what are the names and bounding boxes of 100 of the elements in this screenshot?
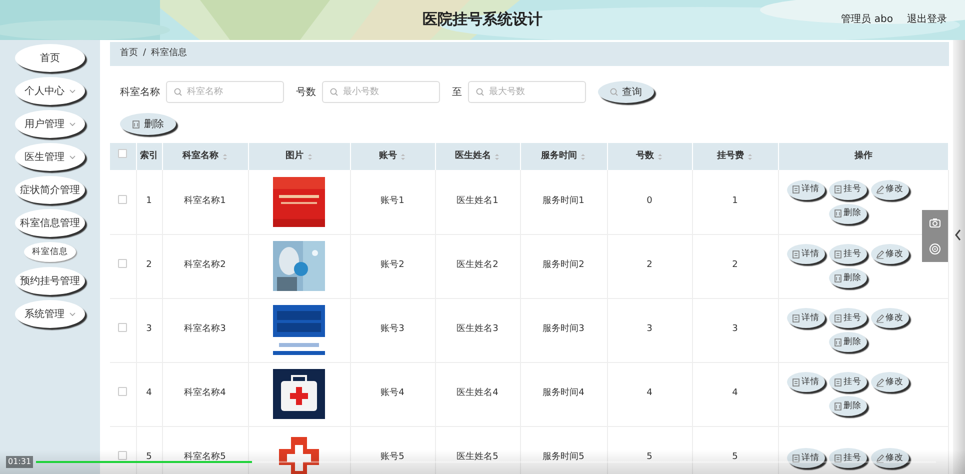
table-cell: 服务时间5 (542, 452, 584, 462)
action-button[interactable]: 挂号 (828, 372, 866, 392)
table-cell: 1 (146, 196, 152, 206)
sidebar-item[interactable]: 系统管理 (15, 300, 85, 328)
document-icon (834, 314, 842, 322)
edit-button[interactable]: 修改 (870, 308, 908, 328)
table-cell: 医生姓名2 (456, 260, 498, 270)
checkbox[interactable] (118, 149, 128, 158)
sidebar-item[interactable]: 症状简介管理 (15, 176, 85, 204)
action-button[interactable]: 挂号 (828, 308, 866, 328)
edit-button[interactable]: 修改 (870, 180, 908, 200)
delete-button[interactable]: 删除 (828, 268, 866, 288)
document-icon (792, 378, 800, 386)
delete-button[interactable]: 删除 (120, 113, 176, 135)
trash-icon (132, 120, 140, 128)
document-icon (792, 185, 800, 194)
search-button[interactable]: 查询 (598, 81, 654, 103)
table-cell: 账号4 (380, 388, 404, 398)
trash-icon (834, 402, 842, 410)
page-title: 医院挂号系统设计 (422, 9, 542, 30)
target-icon (929, 242, 941, 255)
trash-icon (834, 274, 842, 282)
sidebar-item[interactable]: 科室信息管理 (15, 209, 85, 237)
table-cell: 4 (732, 388, 738, 398)
breadcrumb-separator: / (143, 47, 146, 60)
action-button[interactable]: 详情 (786, 372, 824, 392)
action-button[interactable]: 详情 (786, 244, 824, 264)
checkbox[interactable] (118, 194, 128, 204)
checkbox[interactable] (118, 258, 128, 268)
edit-button[interactable]: 修改 (870, 448, 908, 468)
table-cell: 账号5 (380, 452, 404, 462)
user-name: 管理员 abo (841, 13, 893, 27)
table-cell: 服务时间1 (542, 196, 584, 206)
video-time: 01:31 (6, 456, 34, 468)
table-cell: 账号1 (380, 196, 404, 206)
search-field[interactable]: 科室名称 (166, 81, 284, 103)
sidebar-item[interactable]: 预约挂号管理 (15, 267, 85, 295)
edit-button[interactable]: 修改 (870, 372, 908, 392)
caret-icon (68, 154, 76, 160)
table-cell: 5 (646, 452, 652, 462)
action-button[interactable]: 挂号 (828, 180, 866, 200)
table-cell: 医生姓名5 (456, 452, 498, 462)
search-field[interactable]: 最大号数 (468, 81, 586, 103)
search-field[interactable]: 最小号数 (322, 81, 440, 103)
delete-button[interactable]: 删除 (828, 396, 866, 416)
table-cell: 服务时间2 (542, 260, 584, 270)
table-cell: 科室名称5 (184, 452, 226, 462)
field-label: 科室名称 (120, 86, 160, 100)
breadcrumb-link[interactable]: 首页 (120, 47, 138, 61)
action-button[interactable]: 详情 (786, 448, 824, 468)
sort-icon (306, 152, 312, 160)
column-header[interactable]: 账号 (379, 150, 397, 164)
sidebar-subitem[interactable]: 科室信息 (24, 242, 76, 262)
table-cell: 3 (732, 324, 738, 334)
caret-icon (68, 88, 76, 94)
checkbox[interactable] (118, 386, 128, 396)
table-cell: 账号2 (380, 260, 404, 270)
sidebar-item[interactable]: 个人中心 (15, 77, 85, 105)
pencil-icon (876, 314, 884, 322)
column-header[interactable]: 挂号费 (717, 150, 744, 164)
column-header[interactable]: 号数 (636, 150, 654, 164)
sidebar-item[interactable]: 首页 (15, 44, 85, 72)
delete-button[interactable]: 删除 (828, 204, 866, 224)
sort-icon (747, 152, 753, 160)
table-cell: 1 (732, 196, 738, 206)
table-cell: 2 (646, 260, 652, 270)
sort-icon (657, 152, 663, 160)
table-cell: 科室名称1 (184, 196, 226, 206)
edit-button[interactable]: 修改 (870, 244, 908, 264)
document-icon (792, 454, 800, 462)
checkbox[interactable] (118, 450, 128, 460)
action-button[interactable]: 详情 (786, 180, 824, 200)
document-icon (834, 185, 842, 194)
checkbox[interactable] (118, 322, 128, 332)
pencil-icon (876, 454, 884, 462)
logout-link[interactable]: 退出登录 (907, 12, 947, 27)
table-cell: 医生姓名3 (456, 324, 498, 334)
document-icon (792, 314, 800, 322)
table-cell: 4 (146, 388, 152, 398)
action-button[interactable]: 详情 (786, 308, 824, 328)
delete-button[interactable]: 删除 (828, 332, 866, 352)
pencil-icon (876, 185, 884, 194)
table-cell: 4 (646, 388, 652, 398)
table-cell: 账号3 (380, 324, 404, 334)
sort-icon (222, 152, 228, 160)
sort-icon (494, 152, 500, 160)
table-cell: 0 (646, 196, 652, 206)
document-icon (834, 378, 842, 386)
trash-icon (834, 209, 842, 218)
table-cell: 科室名称4 (184, 388, 226, 398)
search-icon (610, 88, 618, 96)
action-button[interactable]: 挂号 (828, 244, 866, 264)
table-cell: 医生姓名4 (456, 388, 498, 398)
sidebar-item[interactable]: 用户管理 (15, 110, 85, 138)
action-button[interactable]: 挂号 (828, 448, 866, 468)
table-cell: 2 (146, 260, 152, 270)
pencil-icon (876, 378, 884, 386)
sidebar-item[interactable]: 医生管理 (15, 143, 85, 171)
column-header[interactable]: 图片 (286, 150, 304, 164)
caret-icon (68, 312, 76, 316)
